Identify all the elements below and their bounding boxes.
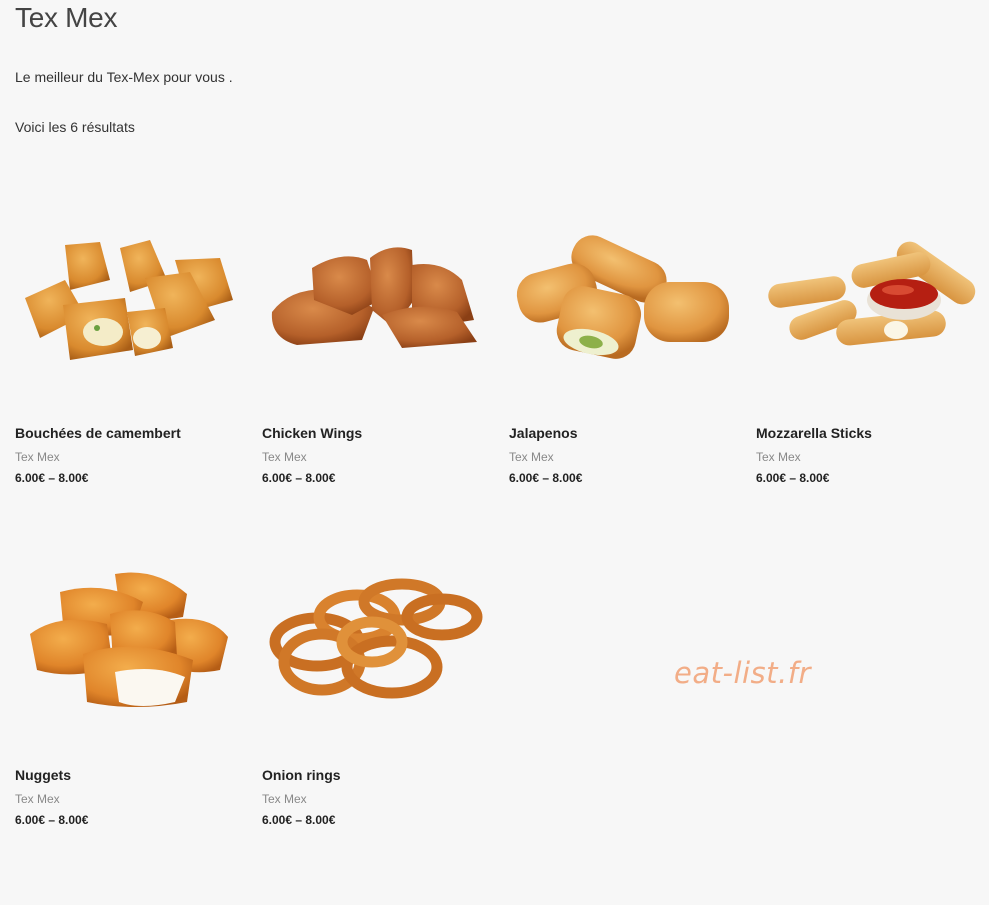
product-category[interactable]: Tex Mex <box>262 450 307 464</box>
page-title: Tex Mex <box>15 2 118 33</box>
nuggets-image[interactable] <box>15 562 245 722</box>
product-price: 6.00€ – 8.00€ <box>262 471 336 485</box>
mozzarella-sticks-image[interactable] <box>756 220 986 380</box>
results-count: Voici les 6 résultats <box>15 119 135 135</box>
product-name[interactable]: Jalapenos <box>509 425 577 441</box>
camembert-bites-image[interactable] <box>15 220 245 380</box>
product-name[interactable]: Onion rings <box>262 767 341 783</box>
product-price: 6.00€ – 8.00€ <box>509 471 583 485</box>
chicken-wings-image[interactable] <box>262 220 492 380</box>
product-category[interactable]: Tex Mex <box>262 792 307 806</box>
product-price: 6.00€ – 8.00€ <box>15 813 89 827</box>
product-price: 6.00€ – 8.00€ <box>15 471 89 485</box>
product-category[interactable]: Tex Mex <box>756 450 801 464</box>
product-category[interactable]: Tex Mex <box>15 792 60 806</box>
product-name[interactable]: Chicken Wings <box>262 425 362 441</box>
product-name[interactable]: Nuggets <box>15 767 71 783</box>
product-name[interactable]: Bouchées de camembert <box>15 425 181 441</box>
jalapenos-image[interactable] <box>509 220 739 380</box>
onion-rings-image[interactable] <box>262 562 492 722</box>
product-price: 6.00€ – 8.00€ <box>756 471 830 485</box>
watermark: eat-list.fr <box>674 656 811 690</box>
product-category[interactable]: Tex Mex <box>15 450 60 464</box>
product-price: 6.00€ – 8.00€ <box>262 813 336 827</box>
page-intro: Le meilleur du Tex-Mex pour vous . <box>15 69 233 85</box>
product-name[interactable]: Mozzarella Sticks <box>756 425 872 441</box>
product-category[interactable]: Tex Mex <box>509 450 554 464</box>
